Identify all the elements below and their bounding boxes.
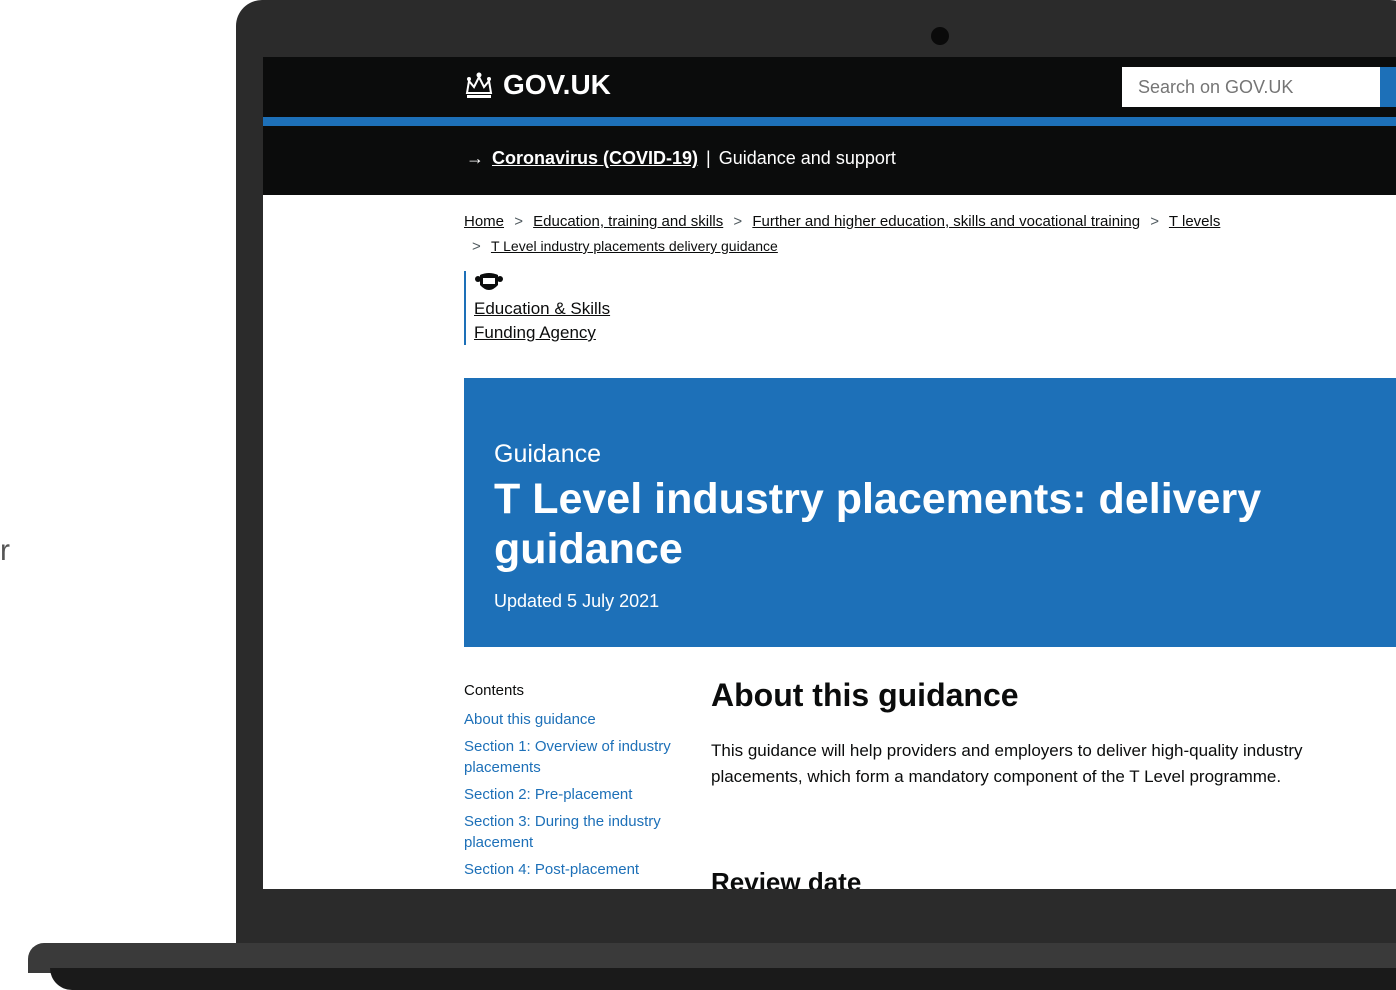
contents-list: Contents About this guidance Section 1: … [464,680,684,886]
organisation-logo: Education & Skills Funding Agency [464,271,610,345]
contents-item-section-1[interactable]: Section 1: Overview of industry placemen… [464,736,684,778]
crown-icon [465,72,493,98]
arrow-right-icon: → [466,148,484,168]
breadcrumb: Home > Education, training and skills > … [464,210,1364,259]
covid-link[interactable]: Coronavirus (COVID-19) [492,148,698,169]
contents-item-section-2[interactable]: Section 2: Pre-placement [464,784,684,805]
document-type: Guidance [494,440,602,468]
contents-item-section-3[interactable]: Section 3: During the industry placement [464,811,684,853]
organisation-name-line2[interactable]: Funding Agency [474,321,610,345]
page-title: T Level industry placements: delivery gu… [494,475,1262,573]
search-input[interactable] [1122,67,1380,107]
breadcrumb-separator: > [514,213,523,230]
header-blue-stripe [263,117,1396,126]
govuk-header: GOV.UK [263,57,1396,117]
govuk-logo-text: GOV.UK [503,69,611,100]
breadcrumb-separator: > [472,238,481,255]
title-band: Guidance T Level industry placements: de… [464,378,1396,647]
breadcrumb-separator: > [1150,213,1160,230]
laptop-base-edge [50,968,1396,990]
search-button[interactable] [1380,67,1396,107]
contents-item-about[interactable]: About this guidance [464,709,684,730]
breadcrumb-education[interactable]: Education, training and skills [533,213,723,230]
about-paragraph: This guidance will help providers and em… [711,741,1303,786]
covid-banner: → Coronavirus (COVID-19) | Guidance and … [263,126,1396,195]
laptop-screen: GOV.UK → Coronavirus (COVID-19) | Guidan… [263,57,1396,889]
royal-arms-icon [475,273,503,290]
organisation-name-line1[interactable]: Education & Skills [474,297,610,321]
covid-banner-text: Guidance and support [718,148,896,168]
breadcrumb-separator: > [733,213,743,230]
banner-divider: | [706,148,711,168]
contents-heading: Contents [464,682,525,699]
side-text-fragment: r [0,534,10,567]
section-heading-about: About this guidance [711,677,1019,713]
breadcrumb-home[interactable]: Home [464,213,504,230]
breadcrumb-t-levels[interactable]: T levels [1169,213,1220,230]
section-heading-review-date: Review date [711,867,862,889]
updated-date: Updated 5 July 2021 [494,591,660,611]
contents-item-section-4[interactable]: Section 4: Post-placement [464,859,684,880]
main-content: About this guidance This guidance will h… [711,677,1371,889]
govuk-logo-link[interactable]: GOV.UK [463,69,611,101]
breadcrumb-further-education[interactable]: Further and higher education, skills and… [752,213,1140,230]
breadcrumb-current-page[interactable]: T Level industry placements delivery gui… [491,238,778,254]
camera-icon [931,27,949,45]
